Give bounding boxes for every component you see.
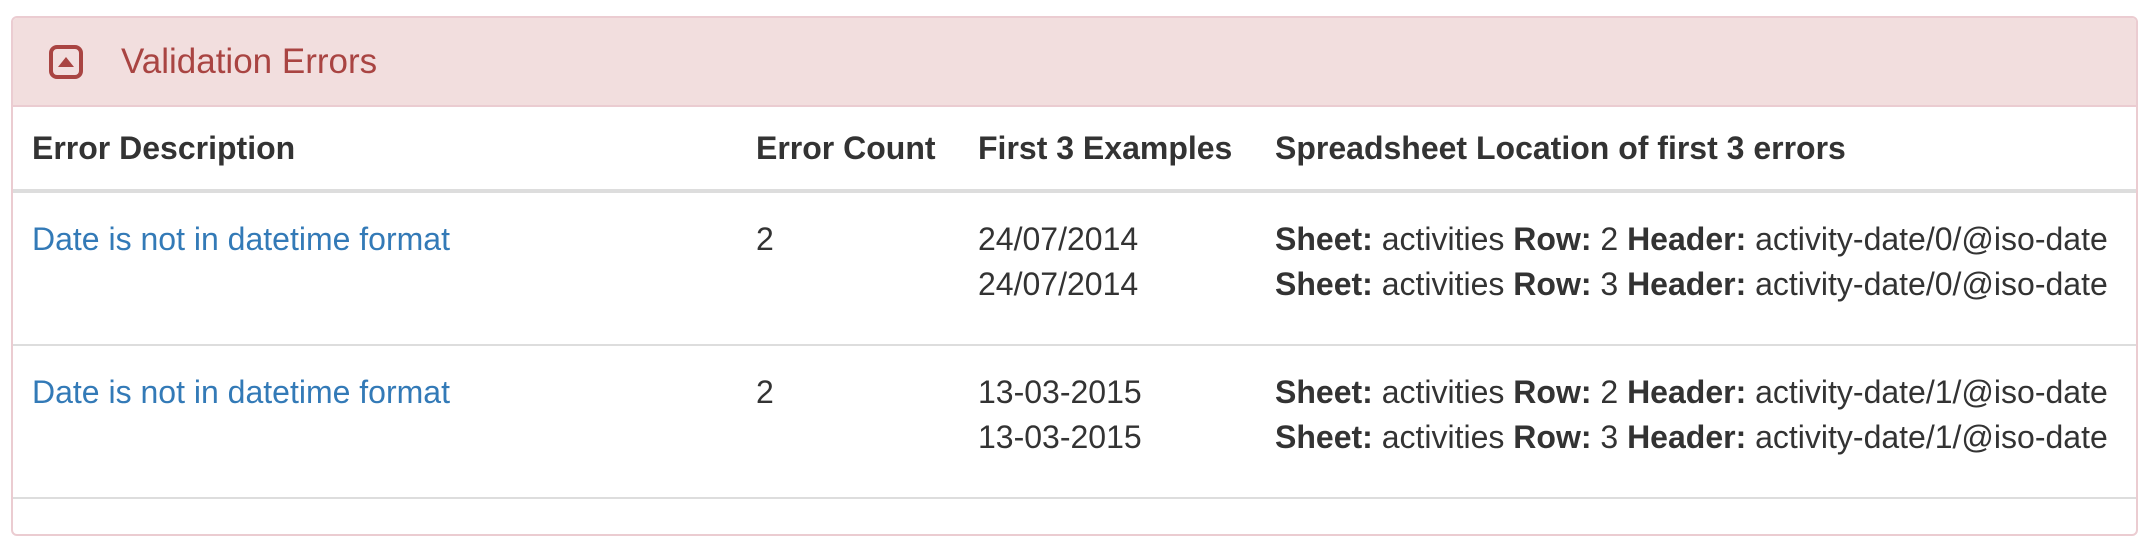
header-value: activity-date/0/@iso-date (1755, 221, 2108, 257)
error-description-link[interactable]: Date is not in datetime format (32, 221, 450, 257)
sheet-value: activities (1381, 221, 1505, 257)
header-label: Header: (1627, 221, 1747, 257)
error-description-cell: Date is not in datetime format (13, 191, 737, 346)
sheet-label: Sheet: (1275, 374, 1373, 410)
header-value: activity-date/0/@iso-date (1755, 266, 2108, 302)
header-value: activity-date/1/@iso-date (1755, 419, 2108, 455)
header-label: Header: (1627, 374, 1747, 410)
errors-table: Error Description Error Count First 3 Ex… (13, 107, 2136, 499)
location-line: Sheet: activities Row: 3 Header: activit… (1275, 262, 2136, 307)
sheet-value: activities (1381, 419, 1505, 455)
table-row: Date is not in datetime format 2 24/07/2… (13, 191, 2136, 346)
error-count-cell: 2 (737, 345, 959, 499)
panel-title: Validation Errors (121, 41, 378, 81)
collapse-up-icon[interactable] (49, 44, 83, 79)
header-spreadsheet-location: Spreadsheet Location of first 3 errors (1256, 107, 2136, 193)
row-label: Row: (1513, 221, 1592, 257)
sheet-value: activities (1381, 374, 1505, 410)
header-first-examples: First 3 Examples (959, 107, 1256, 193)
example-value: 13-03-2015 (978, 374, 1142, 410)
sheet-label: Sheet: (1275, 221, 1373, 257)
validation-errors-panel: Validation Errors Error Description Erro… (11, 16, 2138, 536)
header-label: Header: (1627, 266, 1747, 302)
example-value: 24/07/2014 (978, 221, 1139, 257)
header-label: Header: (1627, 419, 1747, 455)
location-cell: Sheet: activities Row: 2 Header: activit… (1256, 345, 2136, 499)
sheet-label: Sheet: (1275, 266, 1373, 302)
header-error-description: Error Description (13, 107, 737, 193)
examples-cell: 13-03-2015 13-03-2015 (959, 345, 1256, 499)
location-line: Sheet: activities Row: 2 Header: activit… (1275, 370, 2136, 415)
example-value: 24/07/2014 (978, 266, 1139, 302)
row-value: 3 (1600, 266, 1619, 302)
row-label: Row: (1513, 419, 1592, 455)
location-line: Sheet: activities Row: 3 Header: activit… (1275, 415, 2136, 460)
panel-heading: Validation Errors (13, 18, 2136, 107)
error-count-cell: 2 (737, 191, 959, 346)
error-description-cell: Date is not in datetime format (13, 345, 737, 499)
table-header-row: Error Description Error Count First 3 Ex… (13, 107, 2136, 193)
row-value: 3 (1600, 419, 1619, 455)
location-line: Sheet: activities Row: 2 Header: activit… (1275, 217, 2136, 262)
header-error-count: Error Count (737, 107, 959, 193)
sheet-label: Sheet: (1275, 419, 1373, 455)
row-label: Row: (1513, 374, 1592, 410)
row-value: 2 (1600, 374, 1619, 410)
table-row: Date is not in datetime format 2 13-03-2… (13, 345, 2136, 499)
error-description-link[interactable]: Date is not in datetime format (32, 374, 450, 410)
sheet-value: activities (1381, 266, 1505, 302)
header-value: activity-date/1/@iso-date (1755, 374, 2108, 410)
location-cell: Sheet: activities Row: 2 Header: activit… (1256, 191, 2136, 346)
example-value: 13-03-2015 (978, 419, 1142, 455)
row-value: 2 (1600, 221, 1619, 257)
row-label: Row: (1513, 266, 1592, 302)
examples-cell: 24/07/2014 24/07/2014 (959, 191, 1256, 346)
